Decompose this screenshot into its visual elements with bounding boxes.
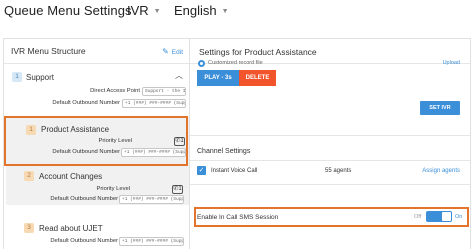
direct-access-point-value: Support - the IVR xyxy=(142,87,186,96)
language-value: English xyxy=(174,3,217,18)
ivr-menu-structure-title: IVR Menu Structure xyxy=(11,46,86,56)
channel-settings-title: Channel Settings xyxy=(197,148,251,155)
sms-row-highlight xyxy=(194,207,469,227)
priority-level-chip[interactable]: ✆1 xyxy=(172,185,183,194)
checkmark-icon: ✓ xyxy=(198,167,205,174)
instant-voice-call-label: Instant Voice Call xyxy=(211,168,258,174)
top-bar: Queue Menu Settings IVR ▼ English ▼ xyxy=(0,0,474,24)
node-number-badge: 3 xyxy=(24,223,34,233)
recording-radio[interactable] xyxy=(198,60,205,67)
default-outbound-label: Default Outbound Number xyxy=(50,238,118,244)
divider xyxy=(190,160,470,161)
priority-level-label: Priority Level xyxy=(96,186,130,192)
ivr-node-account-changes[interactable]: 2 Account Changes Priority Level ✆1 Defa… xyxy=(4,169,189,209)
caret-down-icon: ▼ xyxy=(153,8,161,15)
instant-voice-call-checkbox[interactable]: ✓ xyxy=(197,166,206,175)
node-number-badge: 1 xyxy=(12,72,22,82)
default-outbound-label: Default Outbound Number xyxy=(52,100,120,106)
node-label: Read about UJET xyxy=(39,224,103,233)
language-select[interactable]: English ▼ xyxy=(174,3,229,18)
upload-link[interactable]: Upload xyxy=(443,60,460,66)
selected-node-highlight xyxy=(4,116,188,166)
node-label: Account Changes xyxy=(39,172,103,181)
node-label: Support xyxy=(26,73,55,82)
recording-label: Customized record file xyxy=(208,60,263,66)
caret-down-icon: ▼ xyxy=(221,8,229,15)
edit-link[interactable]: ✎ Edit xyxy=(162,47,183,56)
pencil-icon: ✎ xyxy=(162,47,169,56)
node-number-badge: 2 xyxy=(24,171,34,181)
ivr-menu-structure-header: IVR Menu Structure ✎ Edit xyxy=(4,39,189,64)
default-outbound-label: Default Outbound Number xyxy=(50,196,118,202)
chevron-up-icon[interactable]: ︿ xyxy=(175,70,183,81)
default-outbound-value: +1 (###) ###-#### (Support) xyxy=(119,237,184,246)
settings-title: Settings for Product Assistance xyxy=(199,47,317,57)
divider xyxy=(190,184,470,185)
menu-type-value: IVR xyxy=(127,3,149,18)
menu-type-select[interactable]: IVR ▼ xyxy=(127,3,161,18)
ivr-node-support[interactable]: 1 Support ︿ Direct Access Point Support … xyxy=(4,65,189,115)
default-outbound-value: +1 (###) ###-#### (Support) xyxy=(119,195,184,204)
divider xyxy=(190,135,470,136)
direct-access-point-label: Direct Access Point xyxy=(90,88,140,94)
play-button[interactable]: PLAY - 3s xyxy=(197,70,239,86)
ivr-node-read-about-ujet[interactable]: 3 Read about UJET Default Outbound Numbe… xyxy=(4,221,189,249)
delete-button[interactable]: DELETE xyxy=(239,70,276,86)
page-title: Queue Menu Settings xyxy=(4,3,132,18)
priority-level-value: 1 xyxy=(178,186,182,192)
edit-label: Edit xyxy=(171,49,183,56)
set-ivr-button[interactable]: SET IVR xyxy=(420,101,460,115)
agents-count: 55 agents xyxy=(325,168,352,174)
default-outbound-value: +1 (###) ###-#### (Support) xyxy=(122,99,186,108)
assign-agents-link[interactable]: Assign agents xyxy=(422,168,460,174)
